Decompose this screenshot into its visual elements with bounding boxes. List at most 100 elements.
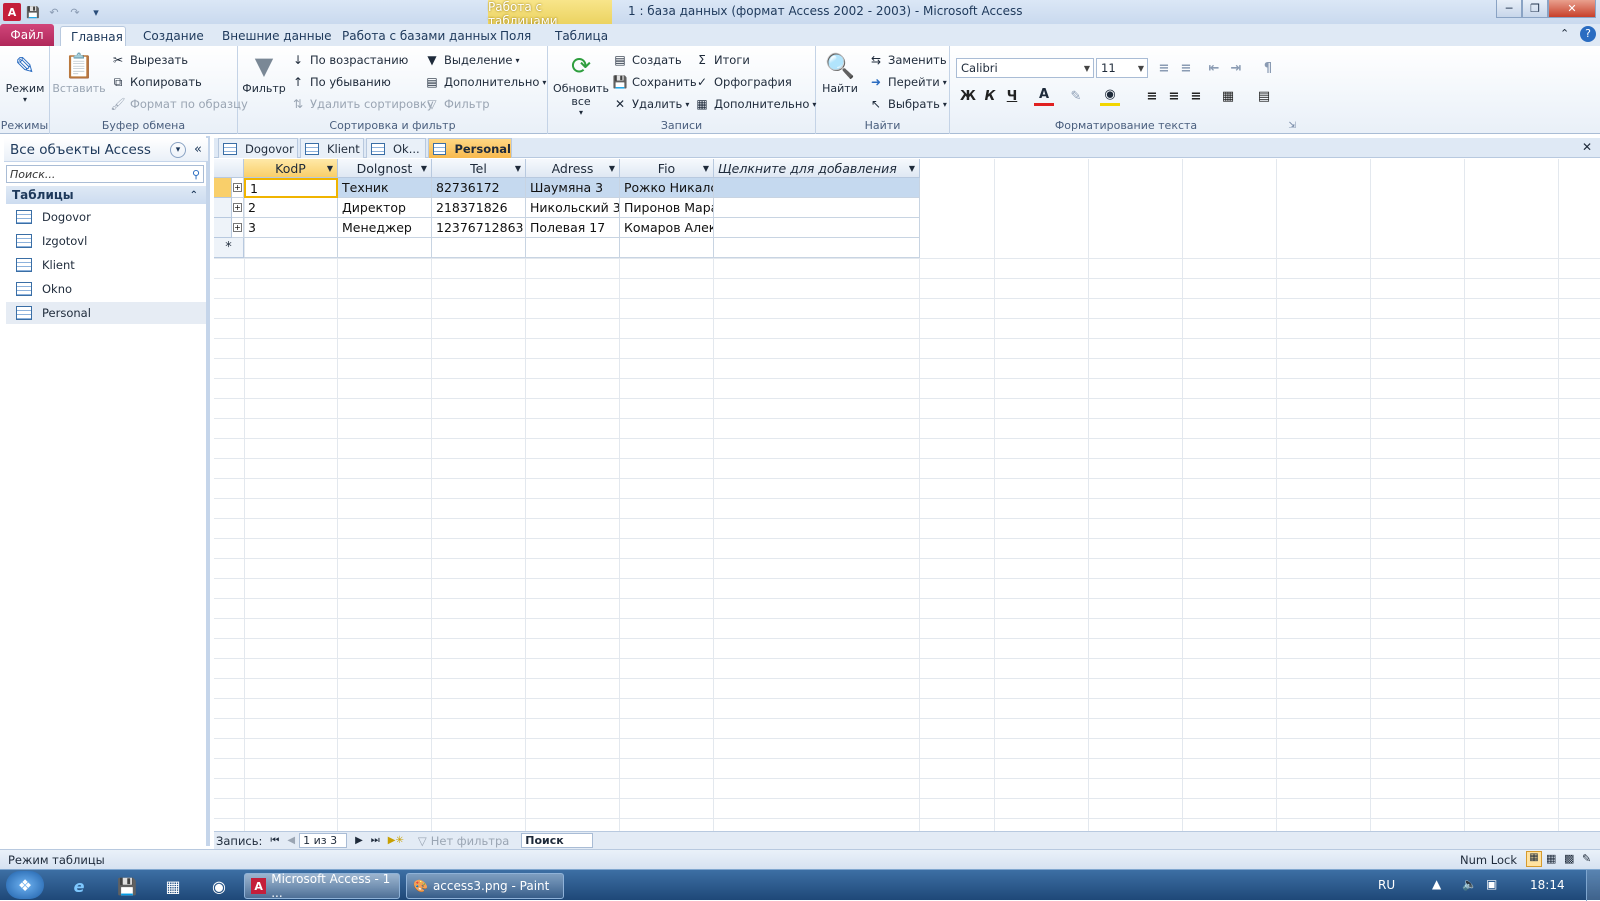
font-color-icon[interactable]: A xyxy=(1034,86,1054,106)
tab-fields[interactable]: Поля xyxy=(490,26,541,46)
cell-kodp[interactable]: 1 xyxy=(244,178,338,198)
more-records-button[interactable]: ▦ Дополнительно ▾ xyxy=(694,94,816,114)
tab-table[interactable]: Таблица xyxy=(545,26,618,46)
alternate-row-color-icon[interactable]: ▤ xyxy=(1254,86,1274,106)
redo-icon[interactable]: ↷ xyxy=(66,3,84,21)
design-view-icon[interactable]: ✎ xyxy=(1582,852,1591,865)
bullets-icon[interactable]: ≡ xyxy=(1154,58,1174,78)
new-row-selector[interactable]: * xyxy=(214,238,244,258)
copy-button[interactable]: ⧉ Копировать xyxy=(110,72,202,92)
increase-indent-icon[interactable]: ⇥ xyxy=(1226,58,1246,78)
cell-kodp[interactable]: 2 xyxy=(244,198,338,218)
gridlines-icon[interactable]: ▦ xyxy=(1218,86,1238,106)
cell-add-field[interactable] xyxy=(714,218,920,238)
tab-home[interactable]: Главная xyxy=(60,26,126,46)
cut-button[interactable]: ✂ Вырезать xyxy=(110,50,188,70)
tray-battery-icon[interactable]: ▣ xyxy=(1486,877,1497,891)
cell-dolgnost[interactable]: Менеджер xyxy=(338,218,432,238)
select-button[interactable]: ↖ Выбрать ▾ xyxy=(868,94,947,114)
doc-tab-klient[interactable]: Klient xyxy=(300,138,364,158)
row-selector[interactable] xyxy=(214,198,232,218)
align-center-icon[interactable]: ≡ xyxy=(1164,86,1184,106)
show-desktop-button[interactable] xyxy=(1586,870,1600,901)
nav-menu-chevron-icon[interactable]: ▾ xyxy=(170,141,187,158)
chrome-icon[interactable]: ◉ xyxy=(206,874,232,898)
view-mode-button[interactable]: ✎ Режим ▾ xyxy=(4,50,46,104)
search-icon[interactable]: ⚲ xyxy=(192,168,200,181)
clock[interactable]: 18:14 xyxy=(1530,878,1565,892)
row-selector[interactable] xyxy=(214,218,232,238)
doc-tab-okno[interactable]: Ok... xyxy=(366,138,426,158)
nav-item-izgotovl[interactable]: Izgotovl xyxy=(6,230,206,252)
selection-button[interactable]: ▼ Выделение ▾ xyxy=(424,50,519,70)
decrease-indent-icon[interactable]: ⇤ xyxy=(1204,58,1224,78)
new-row-add-field[interactable] xyxy=(714,238,920,258)
toggle-filter-button[interactable]: ▽ Фильтр xyxy=(424,94,489,114)
winrar-icon[interactable]: ▦ xyxy=(160,874,186,898)
language-indicator[interactable]: RU xyxy=(1378,878,1395,892)
cell-add-field[interactable] xyxy=(714,178,920,198)
remove-sort-button[interactable]: ⇅ Удалить сортировку xyxy=(290,94,434,114)
taskbar-paint-button[interactable]: 🎨 access3.png - Paint xyxy=(406,873,564,899)
align-left-icon[interactable]: ≡ xyxy=(1142,86,1162,106)
customize-qat-icon[interactable]: ▾ xyxy=(87,3,105,21)
dialog-launcher-icon[interactable]: ⇲ xyxy=(1288,121,1296,131)
cell-fio[interactable]: Пиронов Мара xyxy=(620,198,714,218)
expand-plus-icon[interactable]: + xyxy=(233,203,242,212)
dropdown-arrow-icon[interactable]: ▼ xyxy=(609,164,615,173)
expand-plus-icon[interactable]: + xyxy=(233,183,242,192)
sort-ascending-button[interactable]: ↓ По возрастанию xyxy=(290,50,408,70)
cell-dolgnost[interactable]: Директор xyxy=(338,198,432,218)
first-record-icon[interactable]: ⏮ xyxy=(270,835,279,846)
nav-item-personal[interactable]: Personal xyxy=(6,302,206,324)
save-icon[interactable]: 💾 xyxy=(24,3,42,21)
cell-fio[interactable]: Комаров Алек xyxy=(620,218,714,238)
cell-kodp[interactable]: 3 xyxy=(244,218,338,238)
cell-tel[interactable]: 12376712863 xyxy=(432,218,526,238)
cell-dolgnost[interactable]: Техник xyxy=(338,178,432,198)
new-row-adress[interactable] xyxy=(526,238,620,258)
taskbar-access-button[interactable]: A Microsoft Access - 1 ... xyxy=(244,872,400,900)
filter-button[interactable]: ▼ Фильтр xyxy=(242,50,286,95)
nav-item-dogovor[interactable]: Dogovor xyxy=(6,206,206,228)
font-name-combo[interactable]: Calibri ▼ xyxy=(956,58,1094,78)
advanced-filter-button[interactable]: ▤ Дополнительно ▾ xyxy=(424,72,546,92)
paragraph-icon[interactable]: ¶ xyxy=(1258,58,1278,78)
new-record-nav-icon[interactable]: ▶✳ xyxy=(388,835,404,846)
no-filter-button[interactable]: Нет фильтра xyxy=(431,834,510,848)
nav-group-tables[interactable]: Таблицы ⌃ xyxy=(6,186,206,204)
previous-record-icon[interactable]: ◀ xyxy=(287,835,295,846)
select-all-corner[interactable] xyxy=(214,159,244,178)
file-tab[interactable]: Файл xyxy=(0,24,54,46)
dropdown-arrow-icon[interactable]: ▼ xyxy=(421,164,427,173)
column-header-tel[interactable]: Tel ▼ xyxy=(432,159,526,178)
expand-plus-icon[interactable]: + xyxy=(233,223,242,232)
dropdown-arrow-icon[interactable]: ▼ xyxy=(703,164,709,173)
doc-tab-personal[interactable]: Personal xyxy=(428,138,512,158)
datasheet-view-icon[interactable]: ▦ xyxy=(1526,851,1542,867)
tray-network-icon[interactable]: ▲ xyxy=(1432,877,1441,891)
cell-tel[interactable]: 82736172 xyxy=(432,178,526,198)
dropdown-arrow-icon[interactable]: ▼ xyxy=(327,164,333,173)
font-size-combo[interactable]: 11 ▼ xyxy=(1096,58,1148,78)
record-search-input[interactable]: Поиск xyxy=(521,833,594,848)
cell-fio[interactable]: Рожко Никалс xyxy=(620,178,714,198)
start-button[interactable]: ❖ xyxy=(6,871,44,899)
new-row-tel[interactable] xyxy=(432,238,526,258)
cell-tel[interactable]: 218371826 xyxy=(432,198,526,218)
tab-external-data[interactable]: Внешние данные xyxy=(212,26,341,46)
new-row-fio[interactable] xyxy=(620,238,714,258)
collapse-pane-icon[interactable]: « xyxy=(194,142,202,157)
collapse-group-icon[interactable]: ⌃ xyxy=(190,190,198,201)
find-button[interactable]: 🔍 Найти xyxy=(820,50,860,95)
replace-button[interactable]: ⇆ Заменить xyxy=(868,50,947,70)
nav-pane-header[interactable]: Все объекты Access ▾ « xyxy=(4,138,208,162)
cell-add-field[interactable] xyxy=(714,198,920,218)
delete-record-button[interactable]: ✕ Удалить ▾ xyxy=(612,94,689,114)
cell-adress[interactable]: Никольский 3 xyxy=(526,198,620,218)
numbering-icon[interactable]: ≡ xyxy=(1176,58,1196,78)
tab-create[interactable]: Создание xyxy=(133,26,214,46)
doc-tab-dogovor[interactable]: Dogovor xyxy=(218,138,298,158)
cell-adress[interactable]: Полевая 17 xyxy=(526,218,620,238)
tray-volume-icon[interactable]: 🔈 xyxy=(1462,877,1477,891)
